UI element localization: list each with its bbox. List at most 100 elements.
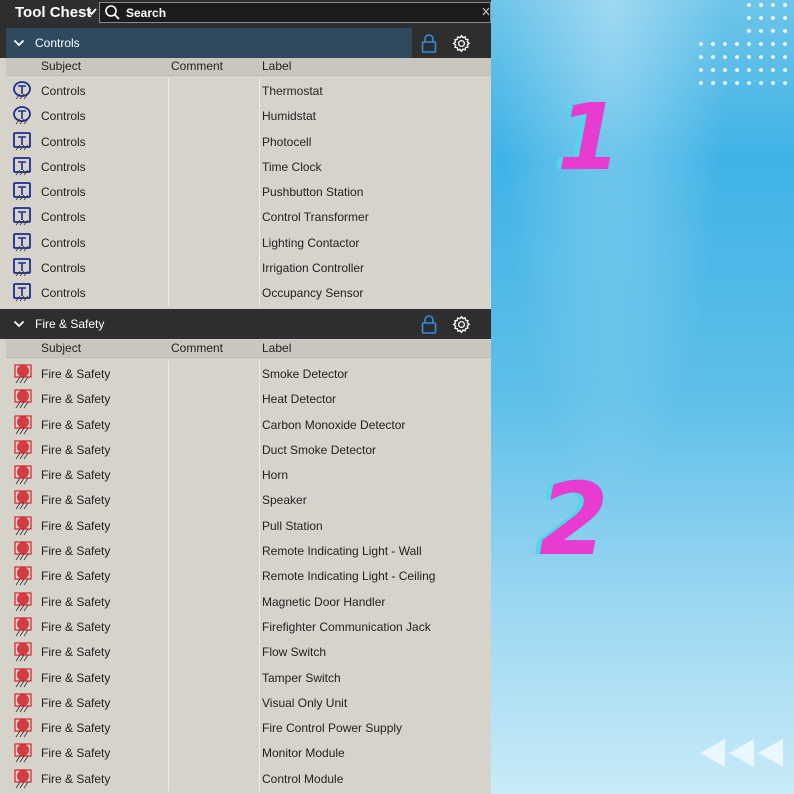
label-cell: Occupancy Sensor <box>262 286 364 301</box>
gear-icon[interactable] <box>451 314 472 335</box>
gear-icon[interactable] <box>451 33 472 54</box>
subject-cell: Fire & Safety <box>41 746 111 761</box>
column-label[interactable]: Label <box>262 59 291 73</box>
list-item[interactable]: Fire & Safety Magnetic Door Handler <box>6 589 491 614</box>
subject-cell: Fire & Safety <box>41 569 111 584</box>
list-item[interactable]: Fire & Safety Fire Control Power Supply <box>6 715 491 740</box>
rewind-arrows-graphic <box>700 739 783 767</box>
column-comment[interactable]: Comment <box>171 341 223 355</box>
subject-cell: Fire & Safety <box>41 771 111 786</box>
number-one-graphic: 1 <box>557 84 622 191</box>
list-item[interactable]: Fire & Safety Remote Indicating Light - C… <box>6 563 491 588</box>
column-subject[interactable]: Subject <box>41 341 81 355</box>
label-cell: Irrigation Controller <box>262 261 365 276</box>
list-item[interactable]: Fire & Safety Control Module <box>6 766 491 791</box>
list-item[interactable]: Fire & Safety Monitor Module <box>6 740 491 765</box>
search-box[interactable] <box>99 2 491 23</box>
tool-chest-panel: Tool Chest Controls Subject Comment Labe… <box>0 0 491 794</box>
list-item[interactable]: Fire & Safety Flow Switch <box>6 639 491 664</box>
list-item[interactable]: Controls Lighting Contactor <box>6 230 491 255</box>
label-cell: Horn <box>262 468 289 483</box>
subject-cell: Fire & Safety <box>41 367 111 381</box>
column-divider <box>259 78 260 306</box>
list-item[interactable]: Fire & Safety Heat Detector <box>6 386 491 411</box>
list-item[interactable]: Controls Photocell <box>6 129 491 154</box>
section-title: Fire & Safety <box>35 317 105 331</box>
list-item[interactable]: Controls Pushbutton Station <box>6 179 491 204</box>
label-cell: Thermostat <box>262 84 323 98</box>
label-cell: Firefighter Communication Jack <box>262 619 431 634</box>
subject-cell: Fire & Safety <box>41 721 111 736</box>
section-title: Controls <box>35 36 80 50</box>
list-item[interactable]: Fire & Safety Horn <box>6 462 491 487</box>
label-cell: Heat Detector <box>262 392 337 407</box>
label-cell: Remote Indicating Light - Wall <box>262 544 422 559</box>
subject-cell: Fire & Safety <box>41 392 111 407</box>
label-cell: Photocell <box>262 134 312 149</box>
subject-cell: Fire & Safety <box>41 594 111 609</box>
column-header-row: Subject Comment Label <box>6 340 491 358</box>
label-cell: Pull Station <box>262 518 323 533</box>
close-icon[interactable] <box>482 6 490 17</box>
label-cell: Fire Control Power Supply <box>262 721 403 736</box>
chevron-down-icon[interactable] <box>13 38 25 48</box>
subject-cell: Controls <box>41 235 86 250</box>
subject-cell: Fire & Safety <box>41 544 111 559</box>
subject-cell: Fire & Safety <box>41 695 111 710</box>
label-cell: Lighting Contactor <box>262 235 360 250</box>
subject-cell: Controls <box>41 109 86 124</box>
list-item[interactable]: Fire & Safety Pull Station <box>6 513 491 538</box>
list-item[interactable]: Controls Irrigation Controller <box>6 255 491 280</box>
list-item[interactable]: Fire & Safety Speaker <box>6 487 491 512</box>
list-item[interactable]: Controls Humidstat <box>6 103 491 128</box>
label-cell: Visual Only Unit <box>262 695 348 710</box>
subject-cell: Controls <box>41 210 86 225</box>
subject-cell: Fire & Safety <box>41 518 111 533</box>
subject-cell: Controls <box>41 134 86 149</box>
search-input[interactable] <box>126 3 476 22</box>
label-cell: Time Clock <box>262 159 322 174</box>
subject-cell: Controls <box>41 159 86 174</box>
chevron-down-icon[interactable] <box>13 319 25 329</box>
list-item[interactable]: Fire & Safety Tamper Switch <box>6 665 491 690</box>
label-cell: Monitor Module <box>262 746 345 761</box>
column-divider <box>168 78 169 306</box>
subject-cell: Fire & Safety <box>41 670 111 685</box>
label-cell: Magnetic Door Handler <box>262 594 386 609</box>
subject-cell: Fire & Safety <box>41 442 111 457</box>
lock-icon[interactable] <box>421 315 437 334</box>
list-item[interactable]: Controls Control Transformer <box>6 204 491 229</box>
list-item[interactable]: Fire & Safety Firefighter Communication J… <box>6 614 491 639</box>
column-comment[interactable]: Comment <box>171 59 223 73</box>
subject-cell: Fire & Safety <box>41 468 111 483</box>
list-item[interactable]: Fire & Safety Duct Smoke Detector <box>6 437 491 462</box>
column-label[interactable]: Label <box>262 341 291 355</box>
section-header-controls[interactable]: Controls <box>0 28 491 58</box>
subject-cell: Fire & Safety <box>41 493 111 508</box>
dot-pattern <box>699 3 787 85</box>
label-cell: Speaker <box>262 493 307 508</box>
list-item[interactable]: Fire & Safety Smoke Detector <box>6 361 491 386</box>
tool-chest-title[interactable]: Tool Chest <box>15 4 91 21</box>
column-subject[interactable]: Subject <box>41 59 81 73</box>
subject-cell: Controls <box>41 286 86 301</box>
list-item[interactable]: Fire & Safety Carbon Monoxide Detector <box>6 412 491 437</box>
lock-icon[interactable] <box>421 34 437 53</box>
number-two-graphic: 2 <box>539 461 609 578</box>
tool-chest-toolbar: Tool Chest <box>0 0 491 28</box>
subject-cell: Controls <box>41 261 86 276</box>
label-cell: Remote Indicating Light - Ceiling <box>262 569 436 584</box>
list-item[interactable]: Controls Thermostat <box>6 78 491 103</box>
decorative-background: 1 2 <box>491 0 794 794</box>
list-item[interactable]: Fire & Safety Remote Indicating Light - W… <box>6 538 491 563</box>
list-item[interactable]: Controls Occupancy Sensor <box>6 280 491 305</box>
label-cell: Smoke Detector <box>262 367 349 381</box>
label-cell: Flow Switch <box>262 645 327 660</box>
label-cell: Humidstat <box>262 109 317 124</box>
subject-cell: Fire & Safety <box>41 417 111 432</box>
chevron-down-icon[interactable] <box>86 6 97 17</box>
list-item[interactable]: Fire & Safety Visual Only Unit <box>6 690 491 715</box>
fire-safety-list: Fire & Safety Smoke Detector Fire & Safety… <box>6 361 491 792</box>
list-item[interactable]: Controls Time Clock <box>6 154 491 179</box>
section-header-fire-safety[interactable]: Fire & Safety <box>0 309 491 339</box>
